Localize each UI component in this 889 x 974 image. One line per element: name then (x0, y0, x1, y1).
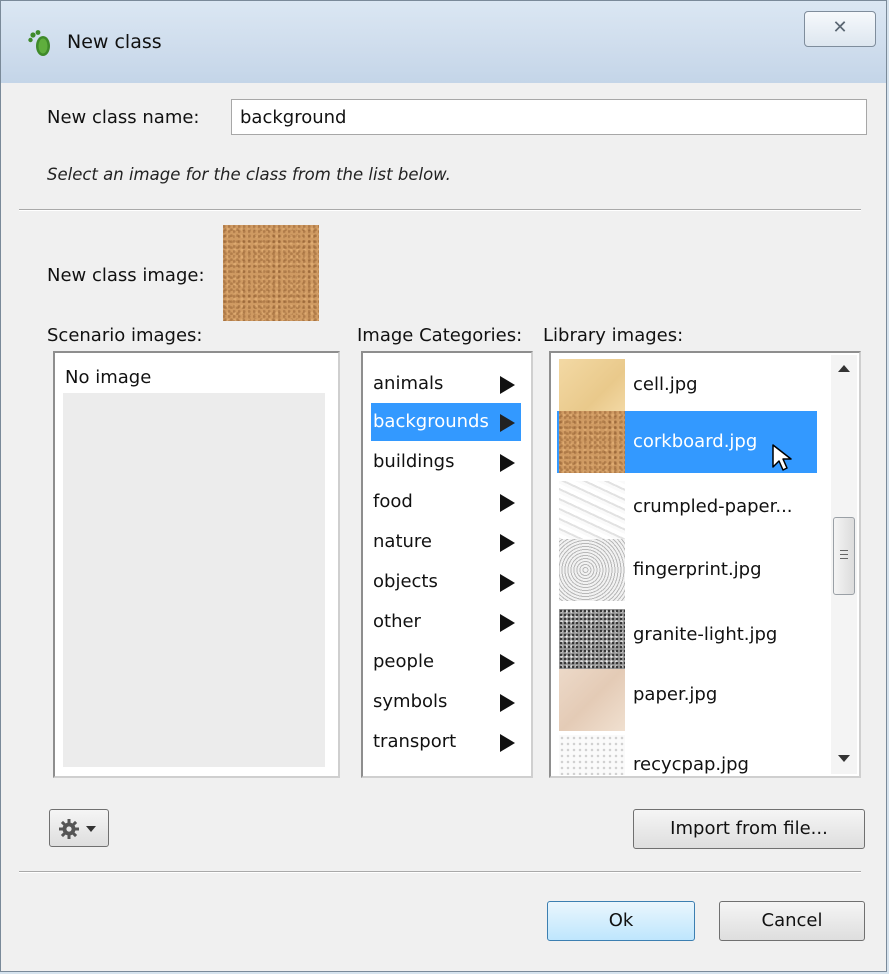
scroll-up-arrow-icon[interactable] (838, 365, 850, 372)
category-label: animals (373, 373, 444, 394)
library-item-label: cell.jpg (633, 374, 698, 395)
library-scrollbar[interactable] (831, 355, 857, 774)
category-backgrounds[interactable]: backgrounds (371, 403, 521, 441)
library-item-label: corkboard.jpg (633, 431, 758, 452)
thumbnail-image (559, 411, 625, 473)
category-other[interactable]: other (371, 603, 521, 641)
scenario-images-list[interactable]: No image (53, 351, 340, 778)
chevron-down-icon (86, 826, 96, 832)
category-label: transport (373, 731, 457, 752)
grip-line (840, 554, 848, 555)
cancel-button[interactable]: Cancel (719, 901, 865, 941)
library-item-label: granite-light.jpg (633, 624, 778, 645)
separator-top (19, 209, 861, 211)
category-food[interactable]: food (371, 483, 521, 521)
library-images-list[interactable]: cell.jpg corkboard.jpg crumpled-paper...… (549, 351, 861, 778)
greenfoot-footprint-icon (28, 30, 50, 56)
library-item-recycpap[interactable]: recycpap.jpg (557, 735, 817, 775)
thumbnail-image (559, 481, 625, 543)
scroll-down-arrow-icon[interactable] (838, 755, 850, 762)
library-item-crumpled-paper[interactable]: crumpled-paper... (557, 481, 817, 543)
category-nature[interactable]: nature (371, 523, 521, 561)
thumbnail-image (559, 669, 625, 731)
library-images-label: Library images: (543, 325, 684, 346)
submenu-arrow-icon (500, 614, 515, 632)
submenu-arrow-icon (500, 414, 515, 432)
thumbnail-image (559, 735, 625, 775)
import-from-file-button[interactable]: Import from file... (633, 809, 865, 849)
library-item-fingerprint[interactable]: fingerprint.jpg (557, 539, 817, 601)
list-item-no-image[interactable]: No image (65, 367, 151, 388)
library-item-label: recycpap.jpg (633, 754, 749, 775)
category-people[interactable]: people (371, 643, 521, 681)
class-image-label: New class image: (47, 265, 205, 286)
library-item-label: fingerprint.jpg (633, 559, 762, 580)
category-transport[interactable]: transport (371, 723, 521, 761)
category-label: nature (373, 531, 432, 552)
scenario-list-empty-area (63, 393, 325, 767)
library-item-granite-light[interactable]: granite-light.jpg (557, 609, 817, 671)
thumbnail-image (559, 539, 625, 601)
category-label: buildings (373, 451, 455, 472)
gear-menu-button[interactable] (49, 809, 109, 847)
submenu-arrow-icon (500, 454, 515, 472)
gear-icon (59, 819, 79, 839)
submenu-arrow-icon (500, 376, 515, 394)
ok-button[interactable]: Ok (547, 901, 695, 941)
category-label: food (373, 491, 413, 512)
class-name-input[interactable] (231, 99, 867, 135)
category-label: objects (373, 571, 438, 592)
category-buildings[interactable]: buildings (371, 443, 521, 481)
library-item-label: crumpled-paper... (633, 496, 793, 517)
scrollbar-thumb[interactable] (833, 517, 855, 595)
new-class-dialog: New class ✕ New class name: Select an im… (0, 0, 887, 972)
close-button[interactable]: ✕ (804, 11, 876, 47)
thumbnail-image (559, 609, 625, 671)
submenu-arrow-icon (500, 694, 515, 712)
category-objects[interactable]: objects (371, 563, 521, 601)
class-name-label: New class name: (47, 107, 200, 128)
category-label: other (373, 611, 421, 632)
category-animals[interactable]: animals (371, 365, 521, 403)
library-item-label: paper.jpg (633, 684, 718, 705)
category-label: people (373, 651, 435, 672)
image-categories-list[interactable]: animals backgrounds buildings food natur… (361, 351, 533, 778)
scenario-images-label: Scenario images: (47, 325, 203, 346)
close-icon: ✕ (832, 17, 848, 38)
separator-bottom (19, 871, 861, 873)
library-item-corkboard[interactable]: corkboard.jpg (557, 411, 817, 473)
category-symbols[interactable]: symbols (371, 683, 521, 721)
submenu-arrow-icon (500, 654, 515, 672)
submenu-arrow-icon (500, 574, 515, 592)
mouse-pointer-icon (772, 444, 792, 471)
window-title: New class (67, 31, 162, 53)
submenu-arrow-icon (500, 534, 515, 552)
grip-line (840, 550, 848, 551)
title-bar[interactable]: New class ✕ (1, 1, 886, 83)
instruction-text: Select an image for the class from the l… (47, 165, 451, 184)
library-item-paper[interactable]: paper.jpg (557, 669, 817, 731)
grip-line (840, 558, 848, 559)
submenu-arrow-icon (500, 494, 515, 512)
image-categories-label: Image Categories: (357, 325, 523, 346)
dialog-content: New class name: Select an image for the … (11, 83, 875, 963)
class-image-preview (223, 225, 319, 321)
submenu-arrow-icon (500, 734, 515, 752)
category-label: backgrounds (373, 411, 489, 432)
category-label: symbols (373, 691, 448, 712)
